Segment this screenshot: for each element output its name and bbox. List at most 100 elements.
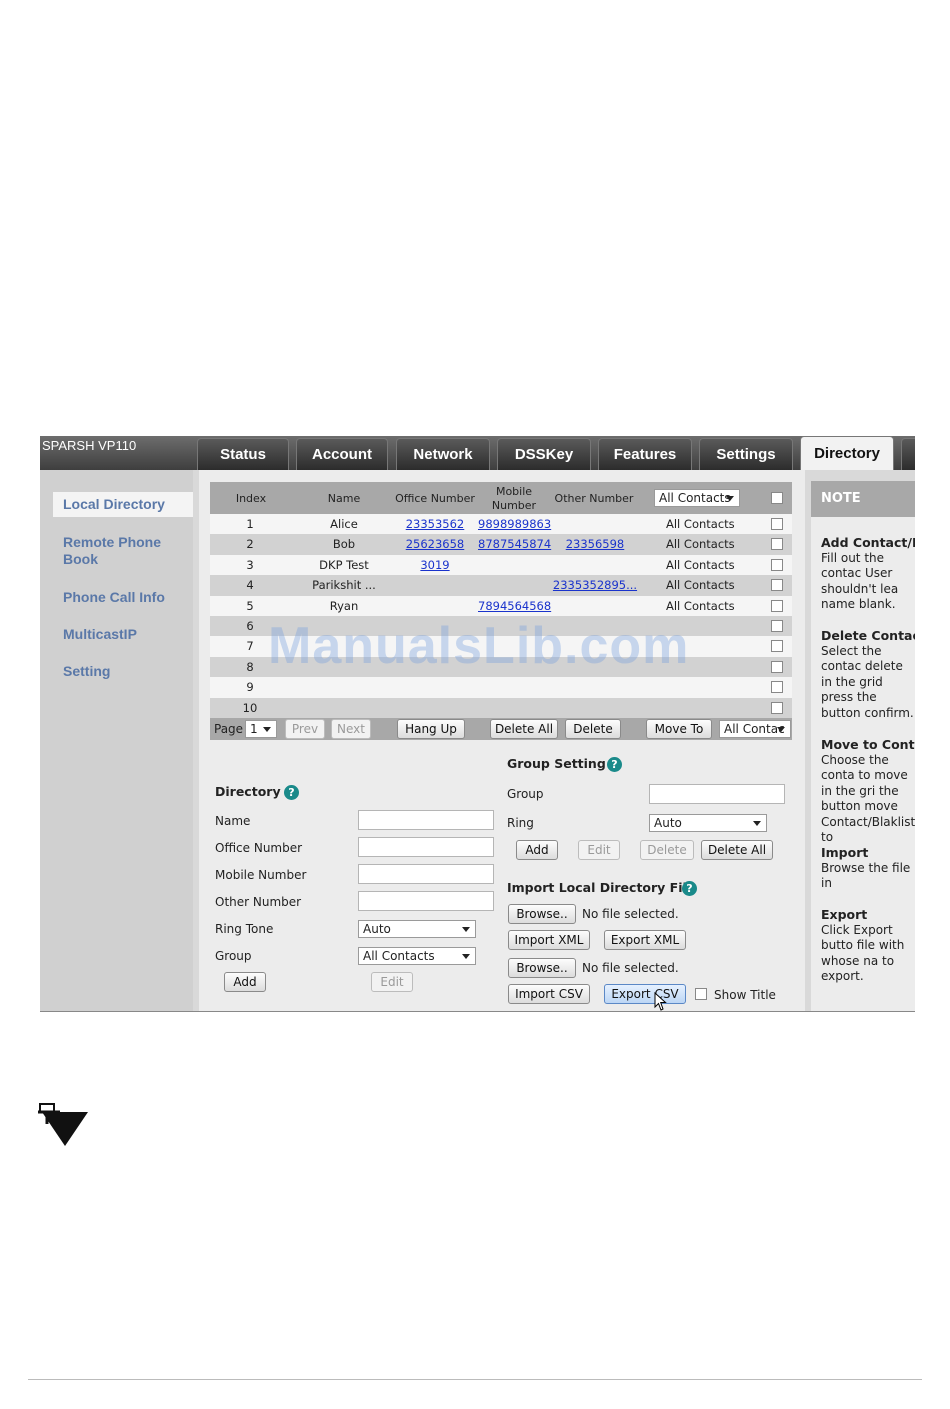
table-row[interactable]: 5 Ryan 7894564568 All Contacts: [210, 595, 792, 616]
help-icon[interactable]: ?: [607, 757, 622, 772]
cell-mobile[interactable]: 9898989863: [478, 517, 551, 531]
tab-account[interactable]: Account: [296, 438, 388, 470]
edit-contact-button[interactable]: Edit: [371, 972, 413, 992]
office-number-input[interactable]: [358, 837, 494, 857]
edit-group-button[interactable]: Edit: [578, 840, 620, 860]
cell-office[interactable]: 23353562: [393, 517, 477, 531]
cell-index: 2: [246, 537, 254, 552]
table-row[interactable]: 9: [210, 677, 792, 698]
row-checkbox[interactable]: [771, 579, 783, 592]
note-heading: Import: [821, 845, 869, 860]
ring-tone-label: Ring Tone: [215, 922, 274, 936]
tab-network[interactable]: Network: [396, 438, 490, 470]
other-label: Other Number: [215, 895, 302, 909]
mobile-label: Mobile Number: [215, 868, 307, 882]
group-filter-select[interactable]: All Contacts: [654, 489, 740, 507]
delete-button[interactable]: Delete: [565, 718, 621, 739]
pushpin-note-icon: [38, 1103, 88, 1146]
move-target-select[interactable]: All Contac: [719, 719, 791, 738]
tab-directory[interactable]: Directory: [800, 436, 894, 470]
row-checkbox[interactable]: [771, 599, 783, 612]
help-icon[interactable]: ?: [682, 881, 697, 896]
browse-xml-button[interactable]: Browse..: [508, 904, 576, 924]
ring-tone-select[interactable]: Auto: [358, 920, 476, 938]
cell-name: DKP Test: [319, 557, 369, 572]
note-export: Export Click Export butto file with whose…: [821, 907, 915, 985]
page-select[interactable]: 1: [245, 719, 277, 738]
browse-csv-button[interactable]: Browse..: [508, 958, 576, 978]
group-setting-title: Group Setting: [507, 756, 606, 771]
cell-office[interactable]: 25623658: [393, 537, 477, 551]
next-button[interactable]: Next: [331, 718, 371, 739]
table-row[interactable]: 2 Bob 25623658 8787545874 23356598 All Contac…: [210, 534, 792, 555]
col-office: Office Number: [395, 492, 475, 505]
note-import: Import Browse the file in: [821, 845, 915, 892]
cell-name: Bob: [332, 537, 356, 552]
grid-header: Index Name Office Number Mobile Number O…: [210, 482, 792, 514]
add-contact-button[interactable]: Add: [224, 972, 266, 992]
cell-mobile[interactable]: 7894564568: [478, 599, 551, 613]
sidebar-item-local-directory[interactable]: Local Directory: [53, 492, 193, 517]
table-row[interactable]: 3 DKP Test 3019 All Contacts: [210, 554, 792, 576]
directory-title: Directory: [215, 784, 281, 799]
cell-group: All Contacts: [666, 517, 735, 531]
show-title-checkbox[interactable]: [695, 988, 707, 1000]
cell-office[interactable]: 3019: [393, 558, 477, 572]
row-checkbox[interactable]: [771, 640, 783, 653]
prev-button[interactable]: Prev: [285, 718, 325, 739]
mouse-cursor-icon: [654, 992, 667, 1011]
move-to-button[interactable]: Move To: [646, 718, 712, 739]
delete-group-button[interactable]: Delete: [640, 840, 694, 860]
note-text: Fill out the contac User shouldn't lea n…: [821, 550, 899, 612]
cell-other[interactable]: 2335352895...: [552, 578, 638, 592]
sidebar-item-multicastip[interactable]: MulticastIP: [63, 626, 137, 643]
add-group-button[interactable]: Add: [516, 840, 558, 860]
tab-settings[interactable]: Settings: [699, 438, 793, 470]
tab-status[interactable]: Status: [197, 438, 289, 470]
cell-group: All Contacts: [666, 537, 735, 552]
group-select[interactable]: All Contacts: [358, 947, 476, 965]
screenshot-panel: SPARSH VP110 Status Account Network DSSK…: [40, 436, 915, 1012]
import-xml-button[interactable]: Import XML: [508, 930, 590, 950]
export-xml-button[interactable]: Export XML: [604, 930, 686, 950]
hang-up-button[interactable]: Hang Up: [397, 718, 465, 739]
note-move-contact: Move to ContacChoose the conta to move i…: [821, 737, 915, 846]
group-ring-select[interactable]: Auto: [649, 814, 767, 832]
cell-other[interactable]: 23356598: [552, 537, 638, 551]
name-input[interactable]: [358, 810, 494, 830]
group-name-input[interactable]: [649, 784, 785, 804]
tab-more[interactable]: [901, 438, 915, 470]
cell-name: Ryan: [329, 598, 359, 613]
row-checkbox[interactable]: [771, 660, 783, 673]
delete-all-button[interactable]: Delete All: [490, 718, 558, 739]
table-row[interactable]: 10: [210, 697, 792, 718]
row-checkbox[interactable]: [771, 558, 783, 571]
tab-dsskey[interactable]: DSSKey: [497, 438, 591, 470]
import-csv-button[interactable]: Import CSV: [508, 984, 590, 1004]
note-text: Browse the file in: [821, 860, 911, 891]
cell-index: 5: [246, 598, 254, 613]
sidebar-item-remote-phone-book[interactable]: Remote Phone Book: [63, 534, 173, 568]
cell-mobile[interactable]: 8787545874: [478, 537, 551, 551]
mobile-number-input[interactable]: [358, 864, 494, 884]
help-icon[interactable]: ?: [284, 785, 299, 800]
row-checkbox[interactable]: [771, 701, 783, 714]
select-all-checkbox[interactable]: [771, 492, 783, 504]
note-title: NOTE: [811, 481, 915, 517]
table-row[interactable]: 1 Alice 23353562 9898989863 All Contacts: [210, 514, 792, 535]
row-checkbox[interactable]: [771, 681, 783, 694]
watermark: ManualsLib.com: [268, 617, 690, 675]
row-checkbox[interactable]: [771, 538, 783, 551]
other-number-input[interactable]: [358, 891, 494, 911]
group-setting-group-label: Group: [507, 787, 544, 801]
sidebar-item-phone-call-info[interactable]: Phone Call Info: [63, 589, 165, 606]
cell-name: Alice: [330, 517, 358, 531]
name-label: Name: [215, 814, 251, 828]
sidebar-item-setting[interactable]: Setting: [63, 663, 110, 680]
row-checkbox[interactable]: [771, 518, 783, 530]
row-checkbox[interactable]: [771, 619, 783, 632]
tab-features[interactable]: Features: [598, 438, 692, 470]
delete-all-groups-button[interactable]: Delete All: [701, 840, 773, 860]
export-csv-button[interactable]: Export CSV: [604, 984, 686, 1004]
table-row[interactable]: 4 Parikshit ... 2335352895... All Contacts: [210, 575, 792, 596]
